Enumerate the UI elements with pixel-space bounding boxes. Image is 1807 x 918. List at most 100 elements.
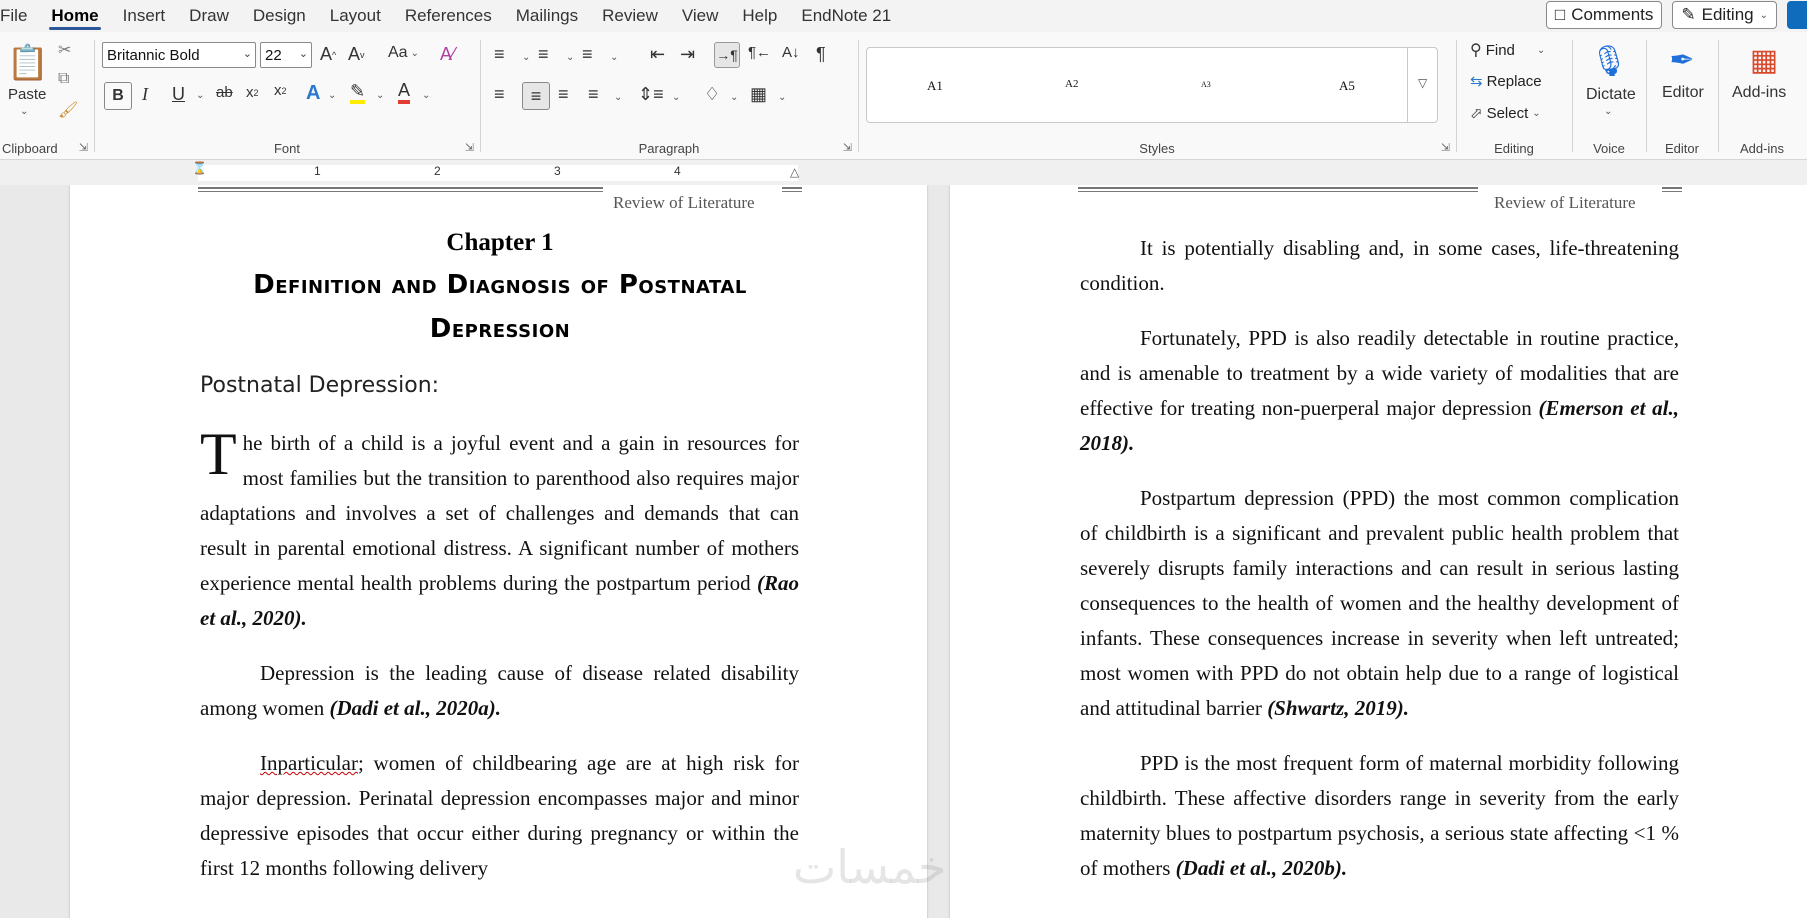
editor-pen-icon[interactable]: ✒ — [1664, 40, 1700, 80]
tab-home[interactable]: Home — [39, 0, 110, 32]
shrink-font-icon[interactable]: Av — [348, 44, 365, 65]
right-body-text[interactable]: It is potentially disabling and, in some… — [1080, 231, 1679, 906]
divider — [94, 40, 95, 152]
align-center-icon[interactable]: ≡ — [522, 82, 550, 110]
numbering-icon[interactable]: ≡ — [538, 44, 549, 65]
font-launcher-icon[interactable]: ⇲ — [465, 141, 474, 154]
show-formatting-icon[interactable]: ¶ — [816, 44, 826, 65]
addins-button-label[interactable]: Add-ins — [1732, 84, 1786, 102]
bullets-dropdown-icon[interactable]: ⌄ — [522, 52, 530, 63]
chevron-down-icon: ⌄ — [1536, 44, 1546, 56]
sort-icon[interactable]: A↓ — [782, 44, 800, 61]
tab-review[interactable]: Review — [590, 0, 670, 32]
grow-font-icon[interactable]: A ^ — [320, 44, 336, 65]
shading-icon[interactable]: ♢ — [704, 84, 720, 105]
line-spacing-dropdown-icon[interactable]: ⌄ — [672, 92, 680, 103]
menu-bar: File Home Insert Draw Design Layout Refe… — [0, 0, 1807, 32]
replace-button[interactable]: ⇆ Replace — [1470, 72, 1542, 91]
italic-icon[interactable]: I — [142, 84, 148, 105]
chapter-heading[interactable]: Chapter 1 — [198, 229, 802, 257]
header-rule — [782, 187, 802, 192]
style-a5[interactable]: A5 — [1339, 78, 1355, 94]
tab-help[interactable]: Help — [730, 0, 789, 32]
paste-icon[interactable]: 📋 — [7, 42, 49, 84]
dictate-label[interactable]: Dictate — [1586, 86, 1636, 104]
divider — [1456, 40, 1457, 152]
change-case-icon[interactable]: Aa ⌄ — [388, 44, 419, 62]
comments-button[interactable]: □ Comments — [1545, 1, 1663, 29]
multilevel-list-icon[interactable]: ≡ — [582, 44, 593, 65]
paste-dropdown-icon[interactable]: ⌄ — [20, 106, 28, 117]
subscript-icon[interactable]: x2 — [246, 84, 259, 101]
editor-button-label[interactable]: Editor — [1662, 84, 1704, 102]
increase-indent-icon[interactable]: ⇥ — [680, 44, 695, 65]
tab-references[interactable]: References — [393, 0, 504, 32]
share-button[interactable] — [1787, 1, 1807, 29]
indent-marker-icon[interactable]: ⌛ — [192, 161, 207, 175]
font-color-dropdown-icon[interactable]: ⌄ — [422, 90, 430, 101]
superscript-icon[interactable]: x2 — [274, 82, 287, 99]
format-painter-icon[interactable]: 🖌 — [58, 100, 78, 120]
align-right-icon[interactable]: ≡ — [558, 84, 569, 105]
highlight-icon[interactable]: ✎ — [350, 82, 366, 104]
tab-layout[interactable]: Layout — [318, 0, 393, 32]
addins-group: ▦ Add-ins Add-ins — [1720, 32, 1804, 160]
decrease-indent-icon[interactable]: ⇤ — [650, 44, 665, 65]
clear-formatting-icon[interactable]: A⁄ — [440, 44, 455, 65]
addins-grid-icon[interactable]: ▦ — [1746, 42, 1782, 78]
select-button[interactable]: ⬀ Select ⌄ — [1470, 104, 1541, 123]
style-a3[interactable]: A3 — [1201, 80, 1211, 89]
styles-more-button[interactable]: ▽ — [1407, 48, 1437, 122]
find-button[interactable]: ⚲ Find ⌄ — [1470, 40, 1545, 60]
tab-endnote[interactable]: EndNote 21 — [789, 0, 903, 32]
justify-icon[interactable]: ≡ — [588, 84, 599, 105]
left-body-text[interactable]: The birth of a child is a joyful event a… — [200, 421, 799, 906]
text-effects-dropdown-icon[interactable]: ⌄ — [328, 90, 336, 101]
rtl-direction-icon[interactable]: ¶← — [748, 44, 771, 61]
style-a2[interactable]: A2 — [1065, 78, 1078, 90]
misspelled-word[interactable]: Inparticular — [260, 751, 358, 775]
font-color-icon[interactable]: A — [398, 80, 411, 104]
copy-icon[interactable]: ⧉ — [58, 70, 69, 88]
font-size-select[interactable]: 22 ⌄ — [260, 42, 312, 68]
text-effects-icon[interactable]: A — [306, 82, 320, 105]
tab-design[interactable]: Design — [241, 0, 318, 32]
underline-dropdown-icon[interactable]: ⌄ — [196, 90, 204, 101]
paragraph: The birth of a child is a joyful event a… — [200, 421, 799, 630]
borders-dropdown-icon[interactable]: ⌄ — [778, 92, 786, 103]
ltr-direction-icon[interactable]: →¶ — [714, 42, 740, 68]
chapter-title[interactable]: Definition and Diagnosis of Postnatal De… — [198, 263, 802, 351]
tab-insert[interactable]: Insert — [111, 0, 178, 32]
right-indent-marker-icon[interactable]: △ — [790, 165, 799, 179]
multilevel-dropdown-icon[interactable]: ⌄ — [610, 52, 618, 63]
justify-dropdown-icon[interactable]: ⌄ — [614, 92, 622, 103]
underline-icon[interactable]: U — [172, 84, 185, 105]
font-label: Font — [273, 141, 300, 156]
tab-mailings[interactable]: Mailings — [504, 0, 590, 32]
strikethrough-icon[interactable]: ab — [216, 84, 233, 101]
microphone-icon[interactable]: 🎙 — [1590, 40, 1628, 82]
borders-icon[interactable]: ▦ — [750, 84, 767, 105]
numbering-dropdown-icon[interactable]: ⌄ — [566, 52, 574, 63]
chevron-down-icon: ⌄ — [1532, 107, 1541, 119]
bullets-icon[interactable]: ≡ — [494, 44, 505, 65]
editing-mode-button[interactable]: ✎ Editing ⌄ — [1672, 1, 1777, 29]
clipboard-launcher-icon[interactable]: ⇲ — [79, 141, 88, 154]
style-a1[interactable]: A1 — [927, 78, 943, 94]
styles-launcher-icon[interactable]: ⇲ — [1441, 141, 1450, 154]
paste-label[interactable]: Paste — [8, 86, 46, 103]
line-spacing-icon[interactable]: ⇕≡ — [638, 84, 664, 105]
tab-view[interactable]: View — [670, 0, 731, 32]
section-subheading[interactable]: Postnatal Depression: — [200, 373, 439, 398]
dictate-dropdown-icon[interactable]: ⌄ — [1604, 106, 1612, 117]
cut-icon[interactable]: ✂ — [58, 40, 71, 60]
align-left-icon[interactable]: ≡ — [494, 84, 505, 105]
shading-dropdown-icon[interactable]: ⌄ — [730, 92, 738, 103]
tab-file[interactable]: File — [0, 0, 39, 32]
tab-draw[interactable]: Draw — [177, 0, 241, 32]
paragraph-launcher-icon[interactable]: ⇲ — [843, 141, 852, 154]
highlight-dropdown-icon[interactable]: ⌄ — [376, 90, 384, 101]
bold-icon[interactable]: B — [104, 82, 132, 110]
font-name-select[interactable]: Britannic Bold ⌄ — [102, 42, 256, 68]
document-page-right: Review of Literature It is potentially d… — [950, 185, 1807, 918]
